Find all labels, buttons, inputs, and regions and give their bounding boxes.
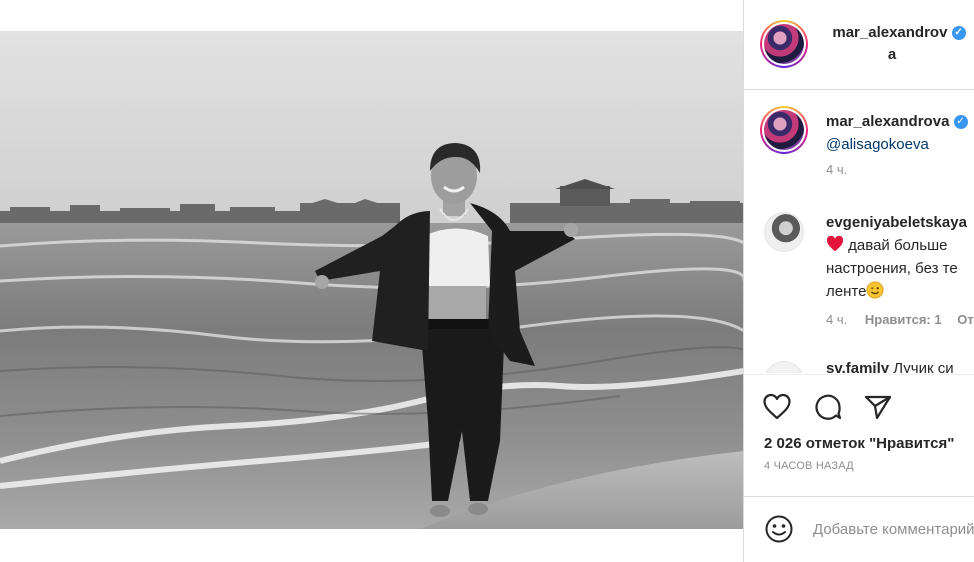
author-avatar[interactable] [760,20,808,68]
commenter-username[interactable]: sv.family [826,360,889,373]
comment-likes-count[interactable]: Нравится: 1 [865,312,942,327]
post-actions: 2 026 отметок "Нравится" 4 ЧАСОВ НАЗАД [744,374,974,496]
comment-bubble-icon[interactable] [812,391,844,423]
heart-emoji [826,234,844,257]
post-header: mar_alexandrov ✓ a [744,0,974,90]
caption-mention-link[interactable]: @alisagokoeva [826,133,968,156]
comment-reply-button[interactable]: От [957,312,973,327]
verified-badge-icon: ✓ [951,26,966,41]
comment-text: Лучик си [893,360,954,373]
heart-outline-icon[interactable] [761,391,793,423]
comment-time[interactable]: 4 ч. [826,312,847,327]
commenter-avatar[interactable] [764,361,804,373]
author-username-line2[interactable]: a [824,44,974,66]
author-username[interactable]: mar_alexandrov ✓ [824,22,974,44]
photo-image [0,31,744,529]
avatar-image [764,24,804,64]
wink-emoji [866,280,884,303]
post-photo[interactable] [0,31,744,529]
post-time-ago[interactable]: 4 ЧАСОВ НАЗАД [764,460,854,472]
commenter-username[interactable]: evgeniyabeletskaya [826,211,974,234]
caption-username[interactable]: mar_alexandrova [826,113,949,130]
comment-input[interactable] [813,517,974,541]
comment-text-line2: настроения, без те [826,260,958,277]
caption-time[interactable]: 4 ч. [826,162,968,177]
send-paper-plane-icon[interactable] [862,391,894,423]
author-username-line1: mar_alexandrov [832,24,948,41]
likes-count[interactable]: 2 026 отметок "Нравится" [764,435,954,452]
comment-text-line3: ленте [826,283,867,300]
verified-badge-icon: ✓ [953,115,968,130]
comments-list[interactable]: mar_alexandrova ✓ @alisagokoeva 4 ч. evg… [744,91,974,373]
add-comment-bar [744,496,974,562]
comment-text-line1: давай больше [848,237,948,254]
caption-author-avatar[interactable] [760,106,808,154]
smiley-face-icon[interactable] [764,514,794,544]
commenter-avatar[interactable] [764,212,804,252]
avatar-image [764,110,804,150]
